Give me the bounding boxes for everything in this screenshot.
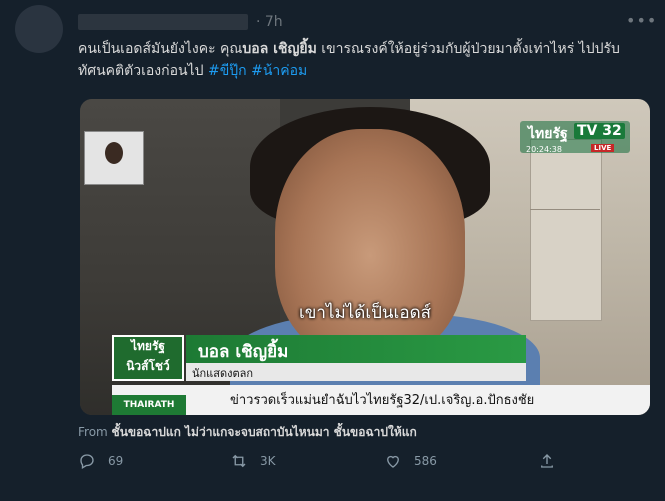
lower-third-name: บอล เชิญยิ้ม: [198, 342, 289, 362]
reply-icon: [80, 454, 94, 469]
video-player[interactable]: ไทยรัฐ TV 32 20:24:38 LIVE เขาไม่ได้เป็น…: [80, 99, 650, 415]
like-button[interactable]: 586: [384, 452, 437, 470]
like-icon: [387, 455, 399, 468]
share-button[interactable]: [538, 452, 568, 470]
ticker-brand: THAIRATH: [112, 395, 186, 415]
more-icon[interactable]: •••: [626, 12, 656, 32]
reply-count: 69: [108, 454, 124, 468]
share-icon: [541, 454, 553, 468]
video-inset-person: [105, 142, 123, 164]
video-cabinet-line: [530, 209, 600, 210]
tweet-text-part1: คนเป็นเอดส์มันยังไงคะ คุณ: [78, 41, 243, 57]
hashtag-link[interactable]: #น้าค่อม: [251, 63, 307, 79]
show-logo-line2: นิวส์โชว์: [126, 359, 170, 373]
video-source[interactable]: From ชั้นขอฉาปแก ไม่ว่าแกจะจบสถาบันไหนมา…: [78, 423, 417, 442]
video-inset: [84, 131, 144, 185]
reply-button[interactable]: 69: [78, 452, 123, 470]
from-source[interactable]: ชั้นขอฉาปแก ไม่ว่าแกจะจบสถาบันไหนมา ชั้น…: [112, 425, 417, 439]
tweet-timestamp[interactable]: · 7h: [256, 14, 283, 30]
video-subtitle: เขาไม่ได้เป็นเอดส์: [299, 303, 431, 323]
video-cabinet: [530, 139, 602, 321]
tweet-text: คนเป็นเอดส์มันยังไงคะ คุณบอล เชิญยิ้ม เข…: [78, 38, 648, 82]
live-badge: LIVE: [591, 144, 615, 152]
channel-tv: TV 32: [574, 123, 625, 139]
retweet-icon: [232, 454, 246, 468]
tweet-actions: 69 3K 586: [78, 452, 648, 478]
tweet-header: · 7h: [78, 12, 283, 32]
retweet-button[interactable]: 3K: [230, 452, 276, 470]
channel-logo: ไทยรัฐ: [528, 126, 568, 142]
avatar[interactable]: [15, 5, 63, 53]
tweet-text-bold-name: บอล เชิญยิ้ม: [242, 41, 317, 57]
redacted-username[interactable]: [78, 14, 248, 30]
like-count: 586: [414, 454, 437, 468]
from-prefix: From: [78, 425, 112, 439]
ticker-text: ข่าวรวดเร็วแม่นยำฉับไวไทยรัฐ32/เป.เจริญ.…: [230, 393, 535, 408]
hashtag-link[interactable]: #ขีปุ๊ก: [208, 63, 247, 79]
lower-third-role: นักแสดงตลก: [192, 367, 254, 380]
retweet-count: 3K: [260, 454, 276, 468]
show-logo-line1: ไทยรัฐ: [130, 339, 166, 353]
video-clock: 20:24:38: [526, 145, 562, 154]
